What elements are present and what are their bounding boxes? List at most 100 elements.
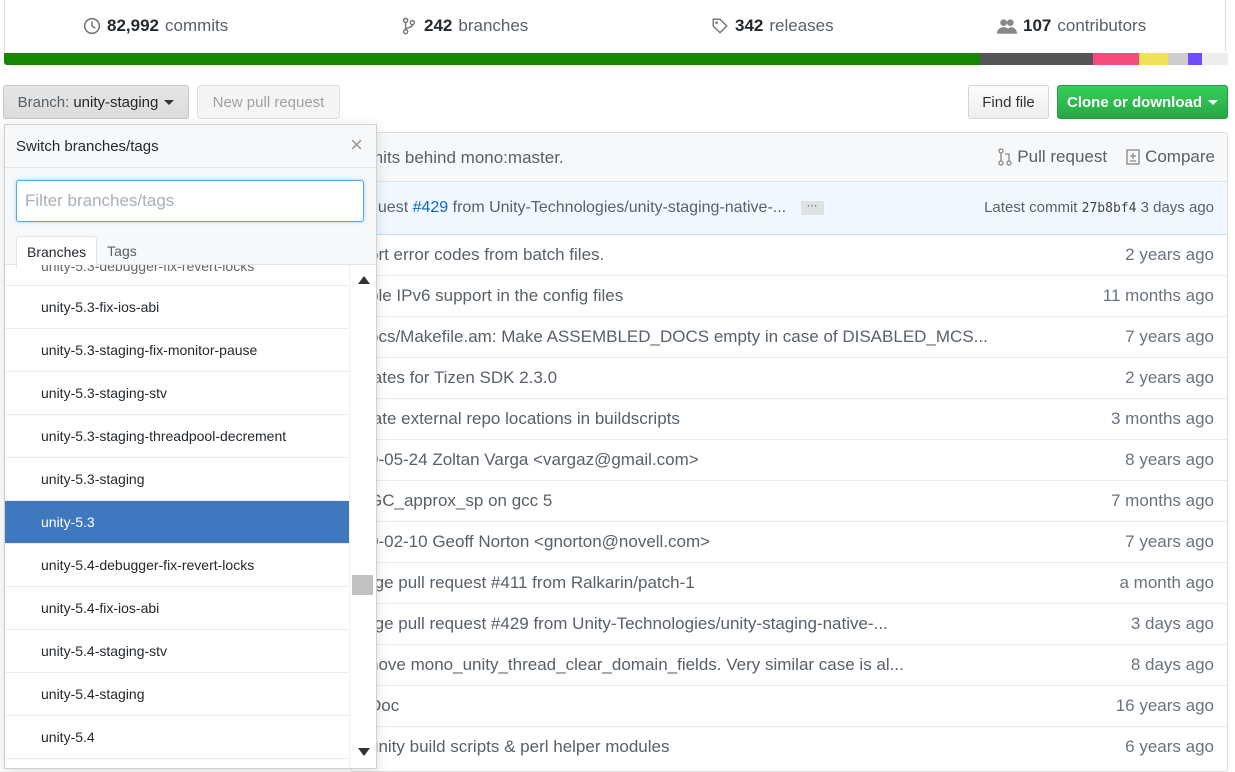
commit-message-link[interactable]: nove mono_unity_thread_clear_domain_fiel…: [369, 655, 904, 675]
dropdown-header: Switch branches/tags ×: [5, 125, 376, 168]
commit-age: 8 days ago: [1130, 655, 1214, 674]
find-file-button[interactable]: Find file: [968, 85, 1049, 119]
commit-age: 7 years ago: [1125, 532, 1214, 551]
filter-area: Branches Tags: [5, 168, 376, 268]
branch-list-scrollbar[interactable]: [349, 265, 376, 768]
branch-status-bar: mits behind mono:master. Pull request Co…: [351, 133, 1227, 182]
branch-item-label: unity-5.4-staging: [41, 686, 145, 702]
expand-message-button[interactable]: ···: [800, 200, 824, 215]
commits-link[interactable]: 82,992 commits: [83, 16, 228, 36]
branch-item-label: unity-5.3-staging-fix-monitor-pause: [41, 342, 258, 358]
commit-age: 6 years ago: [1125, 737, 1214, 756]
table-row: nove mono_unity_thread_clear_domain_fiel…: [351, 644, 1227, 685]
dropdown-tabs: Branches Tags: [16, 236, 147, 268]
commit-rest: from Unity-Technologies/unity-staging-na…: [452, 199, 787, 216]
language-segment[interactable]: [979, 53, 1094, 65]
language-segment[interactable]: [1187, 53, 1203, 65]
commit-age: 2 years ago: [1125, 368, 1214, 387]
commit-age: 2 years ago: [1125, 245, 1214, 264]
commit-age: 3 days ago: [1130, 614, 1214, 633]
commit-message-link[interactable]: 0-02-10 Geoff Norton <gnorton@novell.com…: [369, 532, 710, 552]
language-segment[interactable]: [4, 53, 980, 65]
language-segment[interactable]: [1138, 53, 1168, 65]
table-row: ocs/Makefile.am: Make ASSEMBLED_DOCS emp…: [351, 316, 1227, 357]
table-row: unity build scripts & perl helper module…: [351, 726, 1227, 767]
table-row: late external repo locations in buildscr…: [351, 398, 1227, 439]
pull-request-link[interactable]: Pull request: [997, 147, 1107, 167]
branch-item[interactable]: unity-5.3-staging-stv: [5, 372, 351, 415]
branch-prefix: Branch:: [17, 93, 70, 111]
branch-status-text: mits behind mono:master.: [369, 148, 564, 167]
contributors-label: contributors: [1057, 16, 1147, 35]
latest-commit-bar: quest #429 from Unity-Technologies/unity…: [351, 182, 1227, 235]
branch-item-label: unity-5.4: [41, 729, 95, 745]
commit-message-link[interactable]: 9-05-24 Zoltan Varga <vargaz@gmail.com>: [369, 450, 699, 470]
commit-sha-link[interactable]: 27b8bf4: [1082, 201, 1137, 216]
branches-count: 242: [424, 16, 453, 35]
commit-age: 8 years ago: [1125, 450, 1214, 469]
branch-item[interactable]: unity-5.4: [5, 716, 351, 759]
table-row: GC_approx_sp on gcc 5 7 months ago: [351, 480, 1227, 521]
latest-commit-meta: Latest commit 27b8bf4 3 days ago: [984, 199, 1214, 216]
branch-item[interactable]: unity-5.3-fix-ios-abi: [5, 286, 351, 329]
branch-select-button[interactable]: Branch: unity-staging: [3, 85, 189, 119]
commit-message-link[interactable]: rge pull request #429 from Unity-Technol…: [369, 614, 888, 634]
clone-label: Clone or download: [1067, 93, 1202, 111]
language-segment[interactable]: [1093, 53, 1139, 65]
releases-count: 342: [735, 16, 764, 35]
branch-list[interactable]: unity-5.3-debugger-fix-revert-locks unit…: [5, 265, 351, 768]
branch-item[interactable]: unity-5.4-staging-stv: [5, 630, 351, 673]
branch-item[interactable]: unity-5.3: [5, 501, 351, 544]
commit-message-link[interactable]: rge pull request #411 from Ralkarin/patc…: [369, 573, 695, 593]
branch-item[interactable]: unity-5.3-staging-fix-monitor-pause: [5, 329, 351, 372]
file-table: mits behind mono:master. Pull request Co…: [350, 132, 1228, 772]
language-segment[interactable]: [1202, 53, 1228, 65]
releases-label: releases: [769, 16, 834, 35]
latest-commit-message[interactable]: quest #429 from Unity-Technologies/unity…: [369, 199, 824, 217]
commit-message-link[interactable]: GC_approx_sp on gcc 5: [369, 491, 552, 511]
commit-message-link[interactable]: lates for Tizen SDK 2.3.0: [369, 368, 557, 388]
commit-message-link[interactable]: ble IPv6 support in the config files: [369, 286, 623, 306]
tab-branches[interactable]: Branches: [16, 236, 98, 268]
branch-item-label: unity-5.3-staging-threadpool-decrement: [41, 428, 287, 444]
branch-item[interactable]: unity-5.3-staging: [5, 458, 351, 501]
commit-pr-link[interactable]: #429: [413, 199, 449, 216]
commit-age: 16 years ago: [1115, 696, 1214, 715]
branch-item[interactable]: unity-5.4-debugger-fix-revert-locks: [5, 544, 351, 587]
branch-item[interactable]: unity-5.3-staging-threadpool-decrement: [5, 415, 351, 458]
language-segment[interactable]: [1168, 53, 1188, 65]
tab-tags[interactable]: Tags: [97, 236, 147, 268]
branch-item[interactable]: unity-5.4-staging: [5, 673, 351, 716]
branches-link[interactable]: 242 branches: [400, 16, 528, 36]
table-row: ort error codes from batch files. 2 years…: [351, 235, 1227, 275]
table-row: 0-02-10 Geoff Norton <gnorton@novell.com…: [351, 521, 1227, 562]
compare-label: Compare: [1145, 147, 1215, 166]
branch-filter-input[interactable]: [16, 180, 364, 222]
commit-message-link[interactable]: unity build scripts & perl helper module…: [369, 737, 669, 757]
commits-label: commits: [165, 16, 229, 35]
contributors-link[interactable]: 107 contributors: [997, 16, 1146, 36]
caret-down-icon: [1208, 99, 1218, 105]
branch-item[interactable]: unity-5.3-debugger-fix-revert-locks: [5, 265, 351, 286]
new-pull-request-button[interactable]: New pull request: [197, 85, 340, 119]
scroll-down-icon[interactable]: [358, 748, 370, 756]
branch-item-label: unity-5.3-staging-stv: [41, 385, 168, 401]
compare-link[interactable]: Compare: [1125, 147, 1215, 167]
close-icon[interactable]: ×: [350, 134, 363, 156]
pull-request-label: Pull request: [1017, 147, 1108, 166]
table-row: rge pull request #411 from Ralkarin/patc…: [351, 562, 1227, 603]
commit-message-link[interactable]: ort error codes from batch files.: [369, 245, 604, 265]
branch-dropdown: Switch branches/tags × Branches Tags uni…: [4, 124, 377, 769]
branches-label: branches: [458, 16, 529, 35]
scroll-up-icon[interactable]: [358, 276, 370, 284]
language-bar[interactable]: [4, 53, 1228, 65]
clone-download-button[interactable]: Clone or download: [1057, 85, 1228, 119]
scroll-thumb[interactable]: [352, 575, 373, 595]
table-row: lates for Tizen SDK 2.3.0 2 years ago: [351, 357, 1227, 398]
latest-commit-label: Latest commit: [984, 199, 1078, 216]
branch-item[interactable]: unity-5.4-fix-ios-abi: [5, 587, 351, 630]
commit-message-link[interactable]: late external repo locations in buildscr…: [369, 409, 680, 429]
commit-message-link[interactable]: ocs/Makefile.am: Make ASSEMBLED_DOCS emp…: [369, 327, 988, 347]
table-row: ble IPv6 support in the config files 11 m…: [351, 275, 1227, 316]
releases-link[interactable]: 342 releases: [711, 16, 834, 36]
